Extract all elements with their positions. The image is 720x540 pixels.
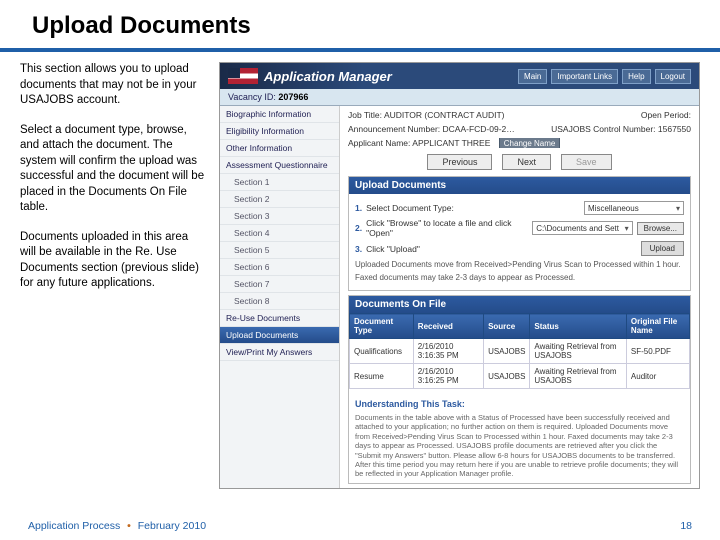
col-filename: Original File Name (626, 314, 689, 339)
main-pane: Job Title: AUDITOR (CONTRACT AUDIT) Open… (340, 106, 699, 488)
step-1-num: 1. (355, 203, 362, 213)
nav-logout[interactable]: Logout (655, 69, 691, 84)
cell-doc-type: Qualifications (350, 339, 414, 364)
sidebar-section-3[interactable]: Section 3 (220, 208, 339, 225)
para-1: This section allows you to upload docume… (20, 62, 205, 109)
sidebar-section-1[interactable]: Section 1 (220, 174, 339, 191)
app-banner: Application Manager Main Important Links… (220, 63, 699, 89)
vacancy-bar: Vacancy ID: 207966 (220, 89, 699, 106)
nav-main[interactable]: Main (518, 69, 547, 84)
wizard-nav: Previous Next Save (348, 154, 691, 170)
col-received: Received (413, 314, 483, 339)
job-title-label: Job Title: (348, 110, 382, 120)
appl-label: Applicant Name: (348, 138, 410, 148)
cell-source: USAJOBS (484, 364, 530, 389)
sidebar-assessment[interactable]: Assessment Questionnaire (220, 157, 339, 174)
cell-filename: SF-50.PDF (626, 339, 689, 364)
step-3: 3. Click "Upload" Upload (355, 241, 684, 256)
upload-button[interactable]: Upload (641, 241, 684, 256)
sidebar-section-7[interactable]: Section 7 (220, 276, 339, 293)
sidebar-section-8[interactable]: Section 8 (220, 293, 339, 310)
step-3-label: Click "Upload" (366, 244, 420, 254)
step-2-num: 2. (355, 223, 362, 233)
us-flag-icon (228, 68, 258, 84)
understanding-heading: Understanding This Task: (355, 399, 684, 409)
change-name-button[interactable]: Change Name (499, 138, 561, 148)
cell-received: 2/16/2010 3:16:25 PM (413, 364, 483, 389)
page-number: 18 (680, 520, 692, 532)
sidebar-other[interactable]: Other Information (220, 140, 339, 157)
sidebar-reuse-documents[interactable]: Re-Use Documents (220, 310, 339, 327)
col-source: Source (484, 314, 530, 339)
upload-note-1: Uploaded Documents move from Received>Pe… (355, 260, 684, 269)
footer-separator-icon: • (123, 520, 135, 532)
upload-documents-panel: Upload Documents 1. Select Document Type… (348, 176, 691, 291)
cell-status: Awaiting Retrieval from USAJOBS (530, 339, 627, 364)
sidebar-view-print[interactable]: View/Print My Answers (220, 344, 339, 361)
col-status: Status (530, 314, 627, 339)
vacancy-label: Vacancy ID: (228, 92, 276, 102)
cell-received: 2/16/2010 3:16:35 PM (413, 339, 483, 364)
title-underline (0, 48, 720, 52)
appl-value: APPLICANT THREE (412, 138, 490, 148)
para-2: Select a document type, browse, and atta… (20, 123, 205, 216)
step-1: 1. Select Document Type: Miscellaneous (355, 201, 684, 215)
upload-panel-heading: Upload Documents (349, 177, 690, 194)
sidebar-eligibility[interactable]: Eligibility Information (220, 123, 339, 140)
job-title-value: AUDITOR (CONTRACT AUDIT) (384, 110, 505, 120)
slide-footer: Application Process • February 2010 18 (0, 520, 720, 532)
cell-source: USAJOBS (484, 339, 530, 364)
ann-label: Announcement Number: (348, 124, 440, 134)
sidebar-section-2[interactable]: Section 2 (220, 191, 339, 208)
sidebar-upload-documents[interactable]: Upload Documents (220, 327, 339, 344)
documents-on-file-panel: Documents On File Document Type Received… (348, 295, 691, 484)
applicant-name: Applicant Name: APPLICANT THREE Change N… (348, 138, 691, 148)
table-row: Resume 2/16/2010 3:16:25 PM USAJOBS Awai… (350, 364, 690, 389)
document-type-select[interactable]: Miscellaneous (584, 201, 684, 215)
table-row: Qualifications 2/16/2010 3:16:35 PM USAJ… (350, 339, 690, 364)
file-path-input[interactable]: C:\Documents and Sett (532, 221, 632, 235)
nav-important-links[interactable]: Important Links (551, 69, 618, 84)
cell-filename: Auditor (626, 364, 689, 389)
application-manager-screenshot: Application Manager Main Important Links… (219, 62, 700, 489)
upload-note-2: Faxed documents may take 2-3 days to app… (355, 273, 684, 282)
ctrl-label: USAJOBS Control Number: (551, 124, 655, 134)
open-period: Open Period: (524, 110, 692, 120)
announcement-number: Announcement Number: DCAA-FCD-09-207966 (348, 124, 516, 134)
vacancy-id: 207966 (278, 92, 308, 102)
ctrl-value: 1567550 (658, 124, 691, 134)
cell-doc-type: Resume (350, 364, 414, 389)
top-nav: Main Important Links Help Logout (518, 69, 691, 84)
sidebar: Biographic Information Eligibility Infor… (220, 106, 340, 488)
sidebar-section-6[interactable]: Section 6 (220, 259, 339, 276)
understanding-body: Documents in the table above with a Stat… (355, 413, 684, 479)
browse-button[interactable]: Browse... (637, 222, 684, 235)
step-1-label: Select Document Type: (366, 203, 454, 213)
footer-left: Application Process • February 2010 (28, 520, 206, 532)
save-button[interactable]: Save (561, 154, 612, 170)
step-2-label: Click "Browse" to locate a file and clic… (366, 218, 524, 238)
slide-title: Upload Documents (0, 0, 720, 48)
docs-panel-heading: Documents On File (349, 296, 690, 313)
para-3: Documents uploaded in this area will be … (20, 230, 205, 292)
sidebar-section-5[interactable]: Section 5 (220, 242, 339, 259)
nav-help[interactable]: Help (622, 69, 650, 84)
job-title: Job Title: AUDITOR (CONTRACT AUDIT) (348, 110, 516, 120)
previous-button[interactable]: Previous (427, 154, 492, 170)
next-button[interactable]: Next (502, 154, 551, 170)
sidebar-biographic[interactable]: Biographic Information (220, 106, 339, 123)
footer-date: February 2010 (138, 520, 206, 532)
cell-status: Awaiting Retrieval from USAJOBS (530, 364, 627, 389)
documents-table: Document Type Received Source Status Ori… (349, 313, 690, 389)
footer-process: Application Process (28, 520, 120, 532)
slide-body-text: This section allows you to upload docume… (20, 62, 205, 489)
control-number: USAJOBS Control Number: 1567550 (524, 124, 692, 134)
step-3-num: 3. (355, 244, 362, 254)
ann-value: DCAA-FCD-09-207966 (443, 124, 516, 134)
sidebar-section-4[interactable]: Section 4 (220, 225, 339, 242)
step-2: 2. Click "Browse" to locate a file and c… (355, 218, 684, 238)
app-title: Application Manager (264, 69, 392, 84)
col-doc-type: Document Type (350, 314, 414, 339)
